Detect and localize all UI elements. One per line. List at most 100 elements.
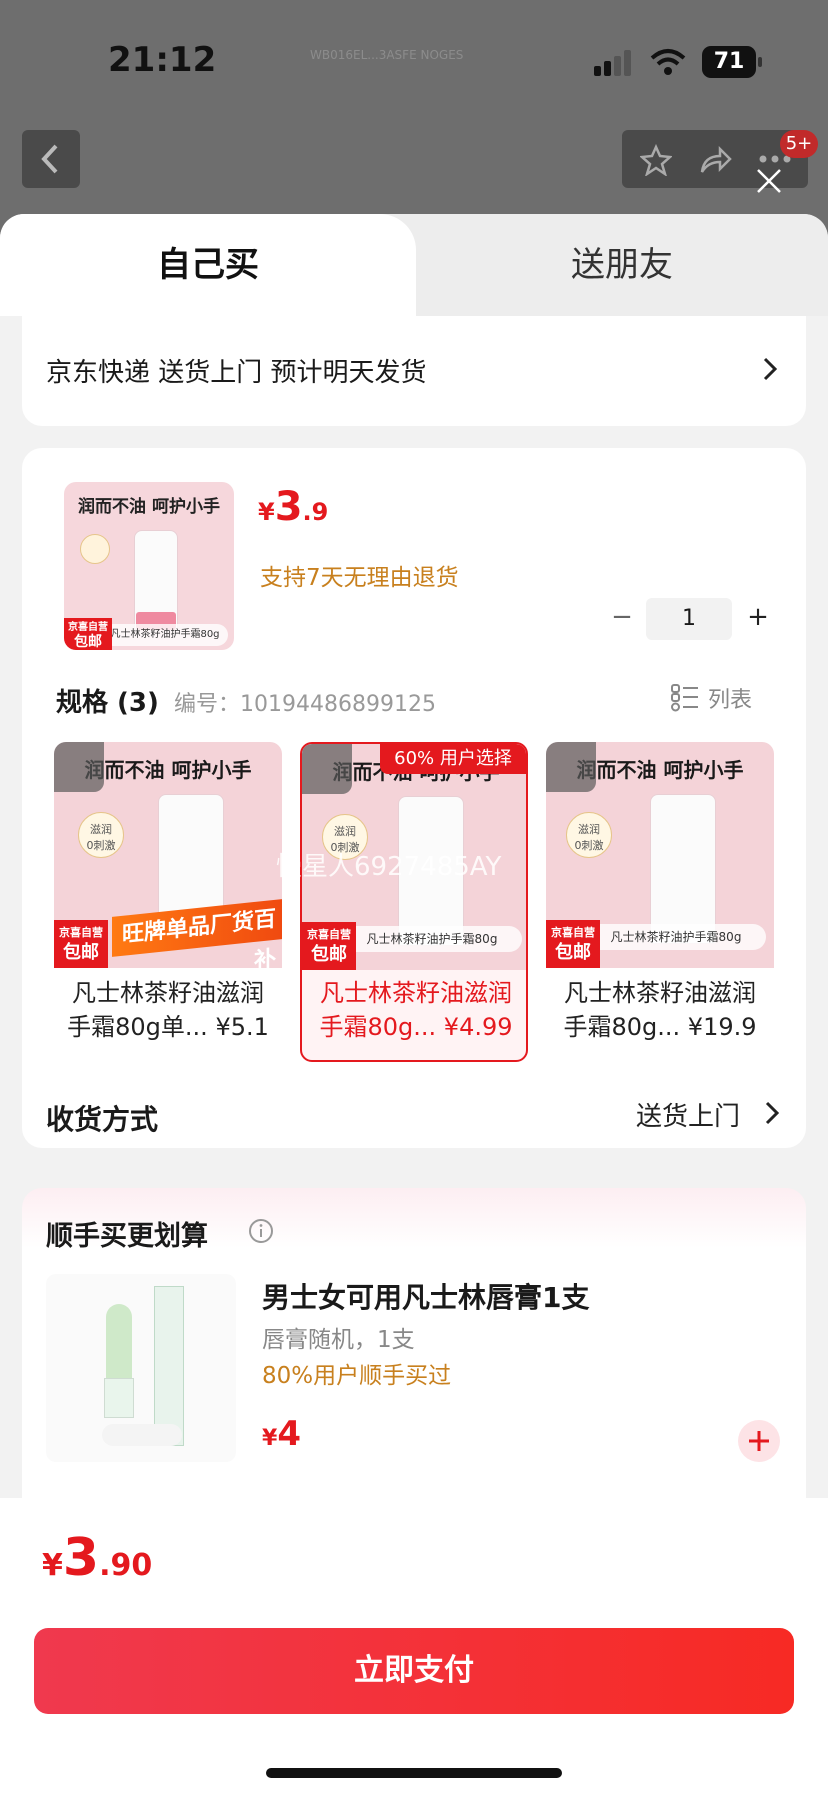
badge-top-text: 京喜自营 [68, 622, 108, 633]
spec-title: 规格 (3) [56, 688, 159, 718]
addon-stat: 80%用户顺手买过 [262, 1363, 452, 1389]
lipbalm-box [154, 1286, 184, 1446]
spec-label: 凡士林茶籽油滋润 手霜80g... ¥4.99 [302, 976, 526, 1044]
addon-card: 顺手买更划算 男士女可用凡士林唇膏1支 唇膏随机，1支 80%用户顺手买过 ¥4 [22, 1188, 806, 1518]
image-watermark: 慢星人6927485AY [276, 852, 502, 882]
spec-price: ¥4.99 [443, 1013, 513, 1041]
quantity-stepper: − 1 + [602, 598, 786, 642]
zoom-corner-icon[interactable] [54, 742, 104, 792]
lipbalm-cap [102, 1424, 182, 1446]
shipping-badge: 京喜自营 包邮 [64, 618, 112, 650]
badge-bottom-text: 包邮 [555, 942, 591, 963]
spec-option-1[interactable]: 润而不油 呵护小手 滋润 0刺激 旺牌单品厂货百补 京喜自营 包邮 凡士林茶籽油滋润… [54, 742, 282, 1062]
addon-desc: 唇膏随机，1支 [262, 1327, 415, 1353]
spec-name-line2: 手霜80g... [319, 1013, 437, 1041]
spec-seal: 滋润 0刺激 [78, 812, 124, 858]
badge-bottom-text: 包邮 [63, 942, 99, 963]
spec-option-3[interactable]: 润而不油 呵护小手 滋润 0刺激 凡士林茶籽油护手霜80g 京喜自营 包邮 凡士林茶… [546, 742, 774, 1062]
price-decimal: .9 [302, 498, 329, 526]
spec-seal: 滋润 0刺激 [566, 812, 612, 858]
shipping-badge: 京喜自营 包邮 [546, 920, 600, 968]
list-icon [671, 684, 698, 712]
thumb-title: 润而不油 呵护小手 [78, 497, 220, 517]
spec-tube-image [650, 794, 716, 944]
battery-cap [758, 57, 762, 67]
tab-self[interactable]: 自己买 [0, 214, 416, 316]
product-thumbnail: 润而不油 呵护小手 凡士林茶籽油护手霜80g 京喜自营 包邮 [64, 482, 234, 650]
quality-seal-icon [80, 534, 110, 564]
shipping-badge: 京喜自营 包邮 [302, 922, 356, 970]
quantity-minus-button[interactable]: − [602, 602, 642, 632]
addon-product-image[interactable] [46, 1274, 236, 1462]
purchase-tabs: 送朋友 自己买 [0, 214, 828, 316]
price-symbol: ¥ [258, 498, 275, 526]
cellular-signal-icon [594, 50, 634, 76]
receive-method-selector[interactable]: 送货上门 [636, 1094, 784, 1134]
quantity-plus-button[interactable]: + [738, 602, 778, 632]
quantity-value[interactable]: 1 [646, 598, 732, 640]
chevron-left-icon [41, 144, 58, 174]
receive-method-value: 送货上门 [636, 1102, 741, 1132]
tab-gift[interactable]: 送朋友 [416, 214, 828, 316]
seal-text-1: 滋润 [334, 825, 356, 838]
chevron-right-icon [765, 1101, 780, 1125]
info-icon[interactable] [248, 1218, 274, 1244]
spec-label: 凡士林茶籽油滋润手霜80g单... ¥5.1 [54, 976, 282, 1044]
product-price: ¥3.9 [258, 484, 328, 530]
status-time: 21:12 [108, 40, 217, 80]
spec-tube-label: 凡士林茶籽油护手霜80g [342, 926, 522, 952]
receive-method-label: 收货方式 [46, 1103, 159, 1136]
delivery-card[interactable]: 京东快递 送货上门 预计明天发货 [22, 316, 806, 426]
close-icon[interactable] [754, 166, 784, 196]
list-view-toggle[interactable]: 列表 [670, 678, 780, 718]
pay-now-button[interactable]: 立即支付 [34, 1628, 794, 1714]
seal-text-2: 0刺激 [574, 839, 604, 852]
popular-choice-tag: 60% 用户选择 [380, 744, 526, 774]
lipbalm-tube [104, 1378, 134, 1418]
zoom-corner-icon[interactable] [546, 742, 596, 792]
chevron-right-icon [763, 357, 778, 381]
badge-top-text: 京喜自营 [59, 926, 103, 939]
spec-price: ¥19.9 [687, 1013, 757, 1041]
price-symbol: ¥ [42, 1548, 63, 1583]
badge-top-text: 京喜自营 [551, 926, 595, 939]
spec-name-line2: 手霜80g单... [67, 1013, 208, 1041]
checkout-footer: ¥3.90 立即支付 [0, 1498, 828, 1796]
plus-icon [749, 1431, 769, 1451]
price-integer: 4 [277, 1414, 301, 1454]
wifi-icon [650, 49, 686, 75]
star-icon[interactable] [640, 144, 672, 176]
spec-name-line1: 凡士林茶籽油滋润 [72, 979, 264, 1007]
shipping-badge: 京喜自营 包邮 [54, 920, 108, 968]
back-button[interactable] [22, 130, 80, 188]
seal-text-1: 滋润 [90, 823, 112, 836]
addon-price: ¥4 [262, 1414, 301, 1454]
thumb-tube-label: 凡士林茶籽油护手霜80g [102, 624, 228, 646]
addon-add-button[interactable] [738, 1420, 780, 1462]
badge-top-text: 京喜自营 [307, 928, 351, 941]
home-indicator [266, 1768, 562, 1778]
seal-text-1: 滋润 [578, 823, 600, 836]
spec-code: 编号：10194486899125 [174, 692, 436, 717]
badge-bottom-text: 包邮 [311, 944, 347, 965]
price-decimal: .90 [99, 1548, 153, 1583]
spec-name-line2: 手霜80g... [563, 1013, 681, 1041]
spec-option-2-selected[interactable]: 润而不油 呵护小手 滋润0刺激 凡士林茶籽油护手霜80g 京喜自营包邮 60% … [300, 742, 528, 1062]
total-price: ¥3.90 [42, 1528, 152, 1588]
status-watermark: WB016EL...3ASFE NOGES [310, 48, 464, 62]
delivery-text: 京东快递 送货上门 预计明天发货 [46, 358, 427, 388]
seal-text-2: 0刺激 [86, 839, 116, 852]
share-icon[interactable] [698, 144, 732, 176]
spec-label: 凡士林茶籽油滋润 手霜80g... ¥19.9 [546, 976, 774, 1044]
zoom-corner-icon[interactable] [302, 744, 352, 794]
badge-bottom-text: 包邮 [74, 634, 102, 650]
notification-badge: 5+ [780, 130, 818, 158]
addon-name: 男士女可用凡士林唇膏1支 [262, 1281, 590, 1314]
spec-name-line1: 凡士林茶籽油滋润 [320, 979, 512, 1007]
spec-price: ¥5.1 [215, 1013, 269, 1041]
addon-title: 顺手买更划算 [46, 1221, 208, 1252]
promo-banner: 旺牌单品厂货百补 [112, 899, 282, 974]
price-symbol: ¥ [262, 1426, 278, 1451]
return-policy: 支持7天无理由退货 [260, 565, 459, 591]
spec-tube-label: 凡士林茶籽油护手霜80g [586, 924, 766, 950]
